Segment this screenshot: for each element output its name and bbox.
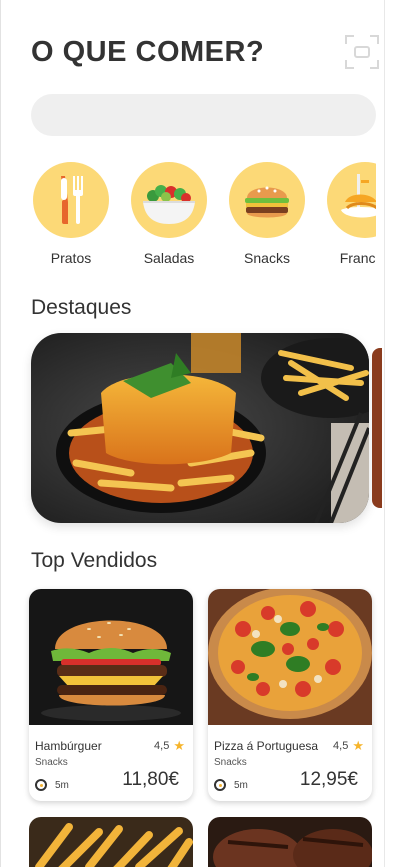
product-category: Snacks [35, 757, 68, 768]
cutlery-icon [33, 162, 109, 238]
category-label: Snacks [244, 250, 290, 266]
category-item-snacks[interactable]: Snacks [227, 162, 307, 266]
prep-time-value: 5m [55, 779, 69, 791]
rating-value: 4,5 [154, 740, 170, 752]
product-category: Snacks [214, 757, 247, 768]
product-name: Hambúrguer [35, 739, 102, 753]
category-item-pratos[interactable]: Pratos [31, 162, 111, 266]
category-item-saladas[interactable]: Saladas [129, 162, 209, 266]
frame-border [384, 0, 385, 867]
featured-banner[interactable] [31, 333, 369, 523]
frame-border [0, 0, 1, 867]
prep-time: 5m [214, 779, 248, 791]
page-title: O QUE COMER? [31, 36, 265, 68]
product-price: 11,80€ [122, 769, 179, 790]
timer-icon [35, 779, 47, 791]
salad-bowl-icon [131, 162, 207, 238]
qr-scan-icon[interactable] [344, 34, 380, 70]
search-input[interactable] [31, 94, 376, 136]
rating-value: 4,5 [333, 740, 349, 752]
section-title-top-sold: Top Vendidos [31, 549, 158, 572]
featured-next-preview[interactable] [372, 348, 382, 508]
star-icon: ★ [173, 738, 185, 753]
section-title-featured: Destaques [31, 296, 132, 319]
francesinha-icon [327, 162, 376, 238]
prep-time: 5m [35, 779, 69, 791]
prep-time-value: 5m [234, 779, 248, 791]
product-card-pizza[interactable]: Pizza á Portuguesa 4,5 ★ Snacks 5m 12,95… [208, 589, 372, 801]
product-card-partial[interactable] [208, 817, 372, 867]
hamburger-image [29, 589, 193, 725]
fries-image [29, 817, 193, 867]
pizza-image [208, 589, 372, 725]
featured-dish-image [31, 333, 369, 523]
star-icon: ★ [352, 738, 364, 753]
product-card-partial[interactable] [29, 817, 193, 867]
category-label: Frances [339, 250, 376, 266]
product-card-hamburguer[interactable]: Hambúrguer 4,5 ★ Snacks 5m 11,80€ [29, 589, 193, 801]
product-rating: 4,5 ★ [154, 738, 185, 754]
product-name: Pizza á Portuguesa [214, 739, 319, 753]
product-price: 12,95€ [299, 769, 358, 790]
category-item-frances[interactable]: Frances [325, 162, 376, 266]
category-label: Saladas [143, 250, 195, 266]
product-rating: 4,5 ★ [333, 738, 364, 754]
burger-icon [229, 162, 305, 238]
category-list[interactable]: Pratos Saladas Snacks Franc [31, 162, 376, 272]
steak-image [208, 817, 372, 867]
timer-icon [214, 779, 226, 791]
category-label: Pratos [50, 250, 92, 266]
